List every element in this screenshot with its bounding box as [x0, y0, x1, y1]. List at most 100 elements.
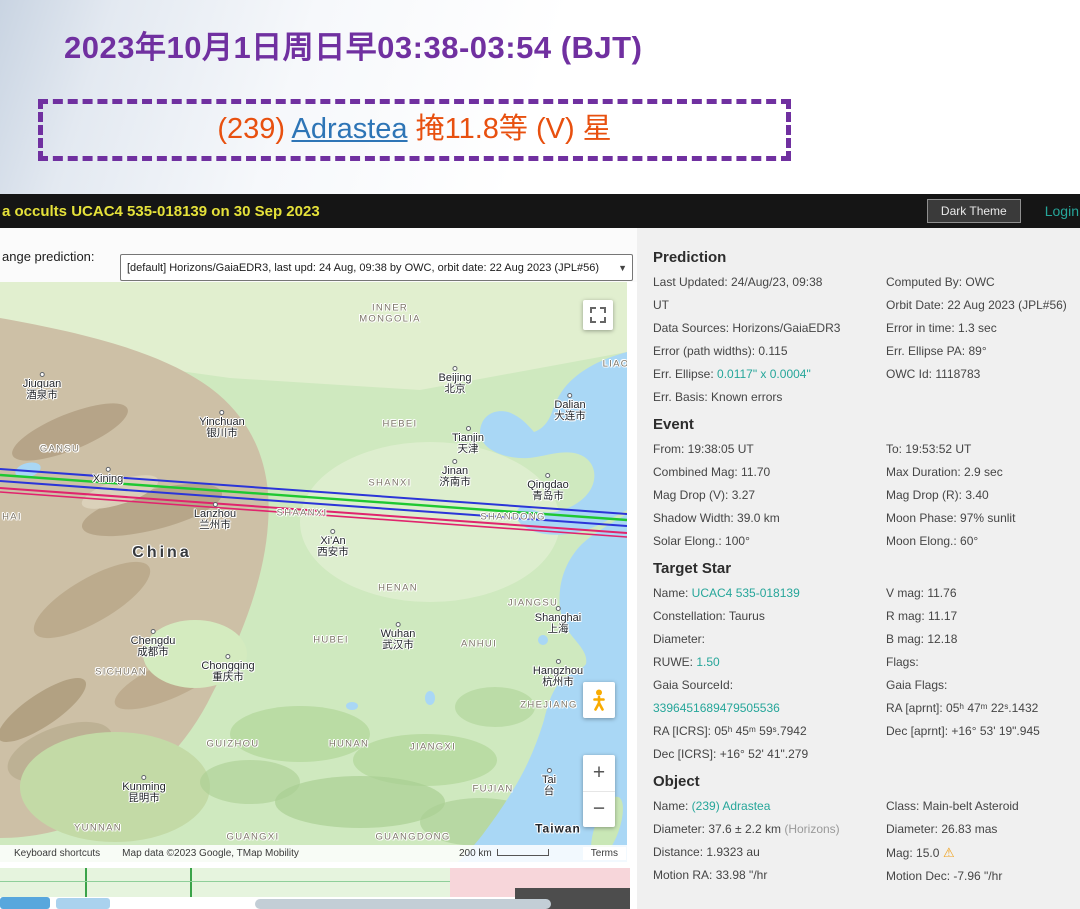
map-label-hangzhou: Hangzhou杭州市: [533, 659, 583, 689]
city-dot-icon: [141, 775, 146, 780]
field-label: Data Sources:: [653, 321, 729, 335]
field-label: Err. Ellipse:: [653, 367, 714, 381]
map-label-dalian: Dalian大连市: [554, 393, 586, 423]
field-value: 3.40: [962, 488, 989, 502]
fullscreen-button[interactable]: [583, 300, 613, 330]
city-dot-icon: [39, 372, 44, 377]
map-scale-bar: [497, 849, 549, 856]
map-attribution-bar: Keyboard shortcuts Map data ©2023 Google…: [0, 845, 627, 862]
field-value: 89°: [965, 344, 986, 358]
zoom-controls: + −: [583, 755, 615, 827]
zoom-in-button[interactable]: +: [583, 755, 615, 792]
field-label: Gaia Flags:: [886, 678, 947, 692]
field-value: 100°: [722, 534, 750, 548]
field-value: OWC: [962, 275, 995, 289]
pegman-streetview-button[interactable]: [583, 682, 615, 718]
field-label: RUWE:: [653, 655, 693, 669]
field-value[interactable]: 1.50: [693, 655, 720, 669]
panel-field: Combined Mag: 11.70: [653, 461, 886, 484]
city-dot-icon: [568, 393, 573, 398]
map-label-shanghai: Shanghai上海: [535, 606, 582, 636]
field-value: 2.9 sec: [961, 465, 1003, 479]
panel-section-event: EventFrom: 19:38:05 UTCombined Mag: 11.7…: [653, 416, 1080, 553]
panel-field: Solar Elong.: 100°: [653, 530, 886, 553]
map-label-beijing: Beijing北京: [438, 366, 471, 396]
field-value: 12.18: [924, 632, 957, 646]
panel-field: B mag: 12.18: [886, 628, 1080, 651]
map-label-tai: Tai台: [542, 768, 556, 798]
field-label: Constellation:: [653, 609, 726, 623]
chart-event-line: [190, 868, 192, 897]
taskbar-fragment-blue: [0, 897, 50, 909]
map-label-xining: Xining: [93, 467, 124, 485]
field-value: Horizons/GaiaEDR3: [729, 321, 840, 335]
field-label: Diameter:: [653, 632, 705, 646]
prediction-select[interactable]: [default] Horizons/GaiaEDR3, last upd: 2…: [120, 254, 633, 281]
map-labels-layer: INNER MONGOLIALIAOBeijing北京Jiuquan酒泉市Dal…: [0, 282, 627, 862]
event-datetime-title: 2023年10月1日周日早03:38-03:54 (BJT): [64, 22, 642, 67]
field-value: 19:53:52 UT: [902, 442, 971, 456]
event-title-prefix: (239): [217, 113, 291, 145]
panel-field: Computed By: OWC: [886, 271, 1080, 294]
map-label-guizhou: GUIZHOU: [207, 740, 260, 751]
terms-link[interactable]: Terms: [583, 847, 626, 860]
dark-theme-button[interactable]: Dark Theme: [927, 199, 1021, 223]
city-dot-icon: [331, 529, 336, 534]
panel-field: Motion Dec: -7.96 "/hr: [886, 865, 1080, 888]
chart-event-line: [85, 868, 87, 897]
field-label: Flags:: [886, 655, 919, 669]
keyboard-shortcuts-link[interactable]: Keyboard shortcuts: [14, 848, 100, 859]
map-label-inner-mongolia: INNER MONGOLIA: [347, 303, 433, 324]
panel-section-prediction: PredictionLast Updated: 24/Aug/23, 09:38…: [653, 249, 1080, 409]
map-label-jiangsu: JIANGSU: [508, 599, 558, 610]
site-topbar: a occults UCAC4 535-018139 on 30 Sep 202…: [0, 194, 1080, 228]
field-label: Orbit Date:: [886, 298, 944, 312]
login-link[interactable]: Login: [1045, 203, 1079, 219]
pegman-icon: [590, 688, 608, 712]
field-label: Dec [aprnt]:: [886, 724, 948, 738]
section-title: Event: [653, 416, 1080, 433]
change-prediction-label: ange prediction:: [2, 249, 95, 264]
map-label-fujian: FUJIAN: [472, 785, 513, 796]
field-value: 97% sunlit: [957, 511, 1016, 525]
map-label-shanxi: SHANXI: [368, 479, 411, 490]
field-value: 19:38:05 UT: [684, 442, 753, 456]
section-title: Object: [653, 773, 1080, 790]
adrastea-link[interactable]: Adrastea: [291, 113, 407, 145]
field-value[interactable]: 3396451689479505536: [653, 697, 886, 720]
panel-field: Gaia Flags:: [886, 674, 1080, 697]
panel-field: Err. Ellipse PA: 89°: [886, 340, 1080, 363]
occultation-path-map[interactable]: INNER MONGOLIALIAOBeijing北京Jiuquan酒泉市Dal…: [0, 282, 627, 862]
city-dot-icon: [226, 654, 231, 659]
map-label-yunnan: YUNNAN: [74, 824, 122, 835]
field-value: 37.6 ± 2.2 km: [705, 822, 781, 836]
field-value[interactable]: 0.0117" x 0.0004": [714, 367, 811, 381]
map-scale-label: 200 km: [459, 848, 492, 859]
map-label-wuhan: Wuhan武汉市: [381, 622, 416, 652]
field-label: Motion RA:: [653, 868, 712, 882]
map-label-guangxi: GUANGXI: [227, 833, 280, 844]
panel-field: Class: Main-belt Asteroid: [886, 795, 1080, 818]
field-value[interactable]: (239) Adrastea: [688, 799, 770, 813]
map-label-kunming: Kunming昆明市: [122, 775, 165, 805]
map-label-hebei: HEBEI: [382, 420, 417, 431]
zoom-out-button[interactable]: −: [583, 792, 615, 828]
panel-field: Name: UCAC4 535-018139: [653, 582, 886, 605]
field-value: 39.0 km: [734, 511, 780, 525]
panel-field: Err. Ellipse: 0.0117" x 0.0004": [653, 363, 886, 386]
chevron-down-icon: ▼: [618, 263, 627, 273]
field-label: OWC Id:: [886, 367, 932, 381]
field-label: Distance:: [653, 845, 703, 859]
field-value: 05ʰ 45ᵐ 59ˢ.7942: [711, 724, 807, 738]
panel-field: Diameter:: [653, 628, 886, 651]
field-value: +16° 52' 41".279: [716, 747, 808, 761]
panel-field: Mag Drop (V): 3.27: [653, 484, 886, 507]
map-label-shaanxi: SHAANXI: [277, 509, 328, 520]
panel-field: To: 19:53:52 UT: [886, 438, 1080, 461]
map-label-henan: HENAN: [378, 584, 418, 595]
panel-field: Gaia SourceId:3396451689479505536: [653, 674, 886, 720]
panel-field: RA [ICRS]: 05ʰ 45ᵐ 59ˢ.7942: [653, 720, 886, 743]
map-label-anhui: ANHUI: [461, 640, 497, 651]
field-label: Max Duration:: [886, 465, 961, 479]
field-value[interactable]: UCAC4 535-018139: [688, 586, 799, 600]
